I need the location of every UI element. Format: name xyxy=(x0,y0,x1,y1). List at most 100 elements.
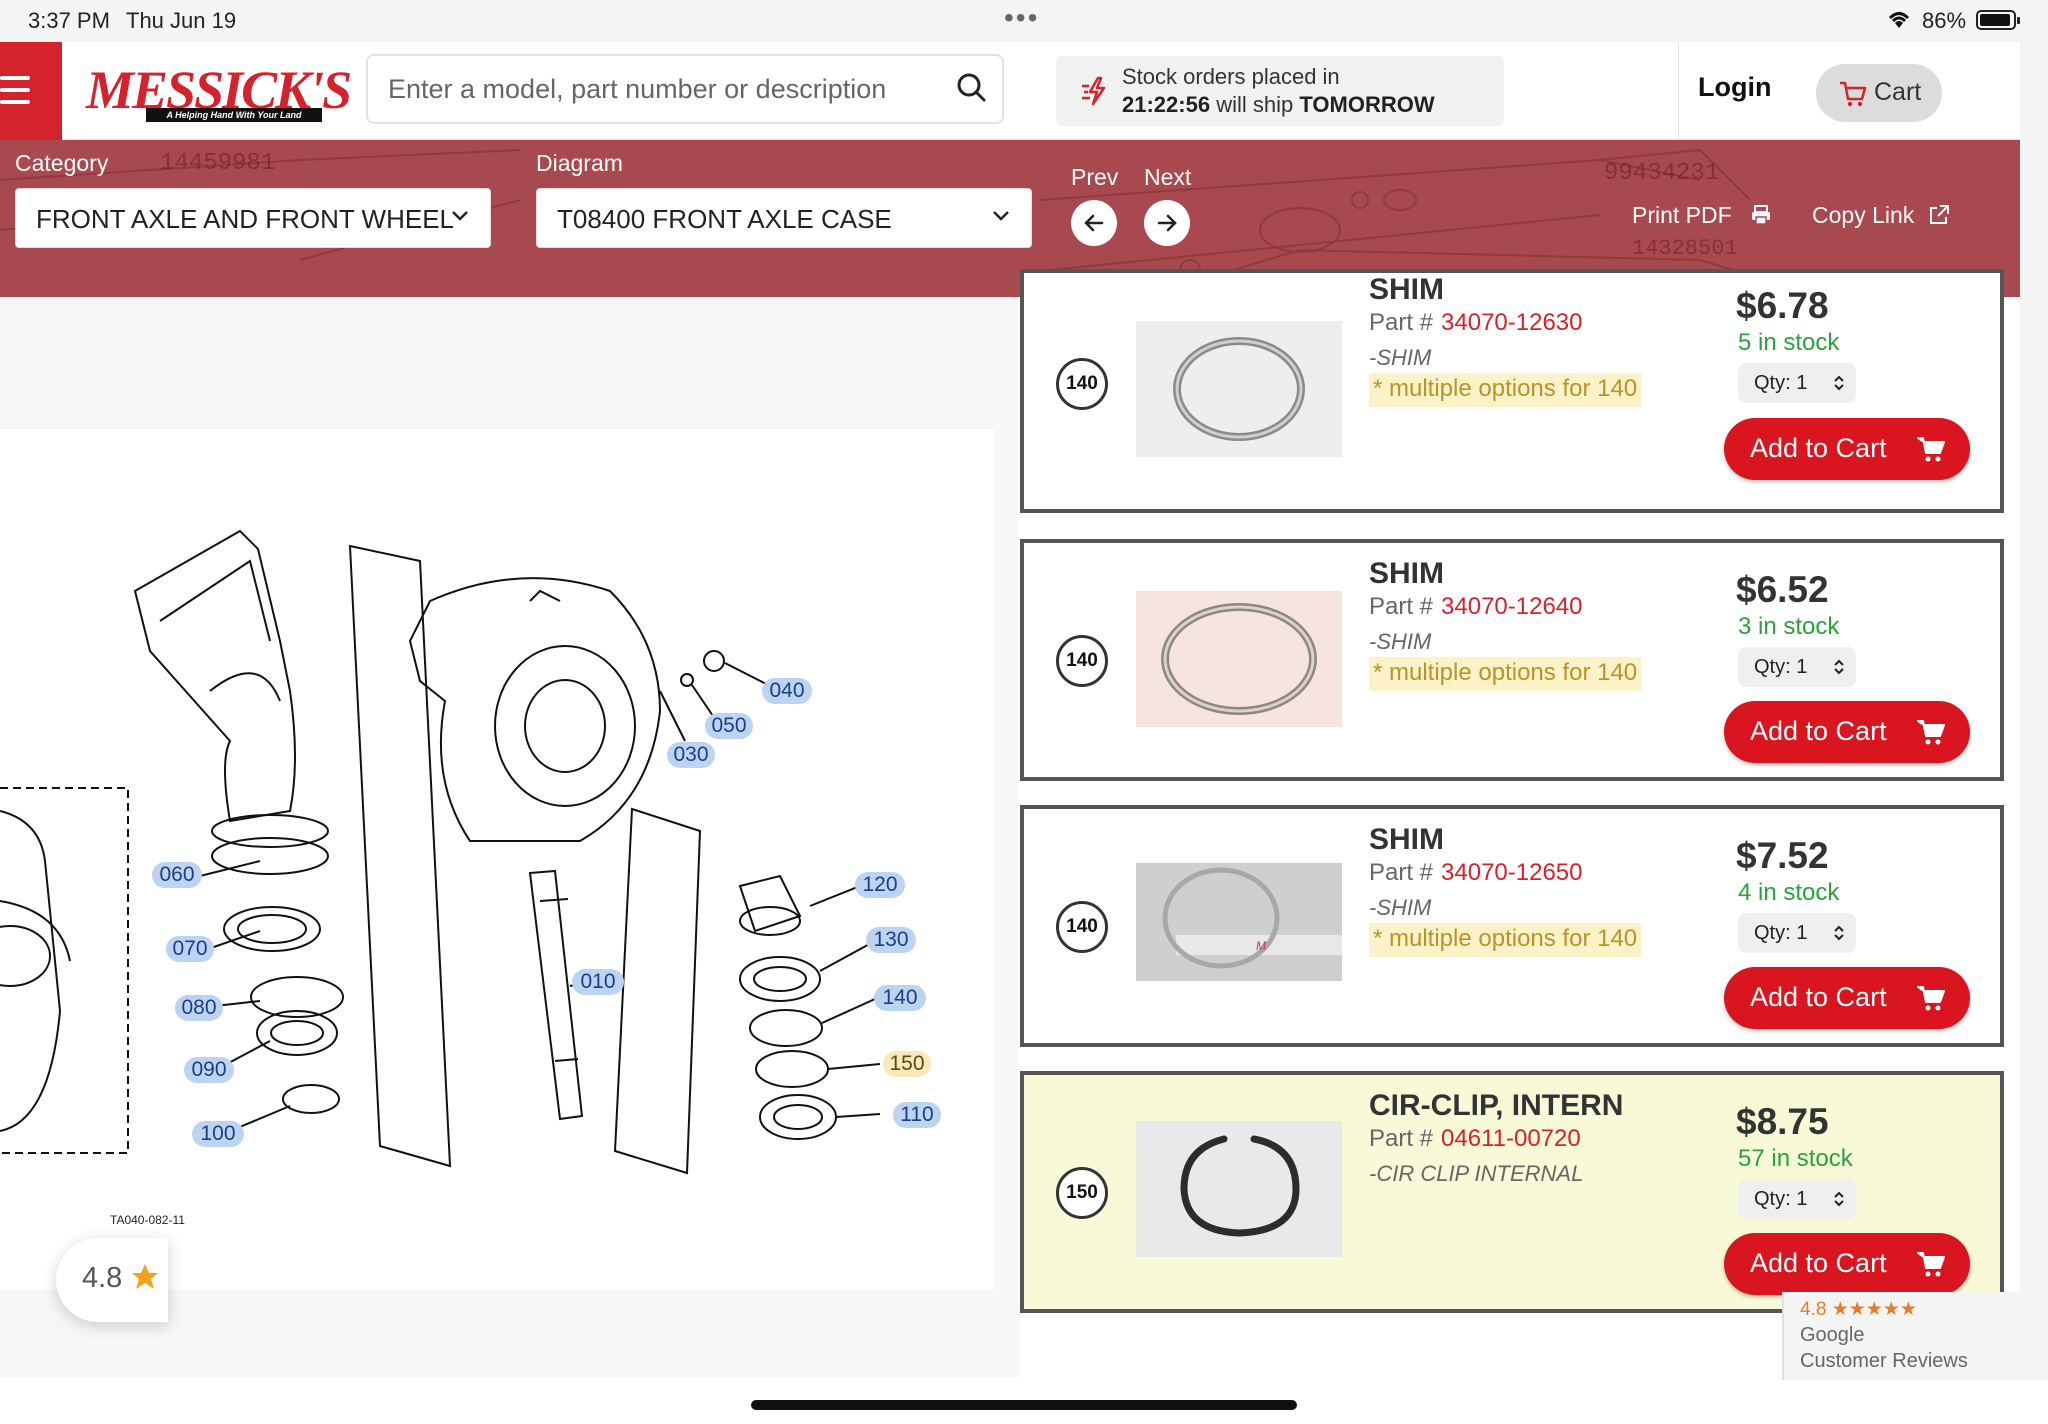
add-to-cart-button[interactable]: Add to Cart xyxy=(1724,1233,1970,1295)
stock-status: 3 in stock xyxy=(1738,613,1840,640)
copy-link-label: Copy Link xyxy=(1812,202,1915,228)
quantity-select[interactable]: Qty: 1 xyxy=(1738,913,1856,953)
add-to-cart-label: Add to Cart xyxy=(1750,1248,1887,1278)
part-card: 140 M SHIM Part # 34070-12650 -SHIM * mul… xyxy=(1020,805,2004,1047)
diagram-ref-badge[interactable]: 140 xyxy=(1056,901,1108,953)
messicks-logo[interactable]: MESSICK'S A Helping Hand With Your Land xyxy=(86,60,352,122)
arrow-right-icon xyxy=(1157,214,1177,232)
ship-text-line1: Stock orders placed in xyxy=(1122,64,1340,89)
shim-ring-image[interactable] xyxy=(1136,321,1342,457)
status-bar: 3:37 PM Thu Jun 19 ••• 86% xyxy=(0,0,2048,42)
circlip-image[interactable] xyxy=(1136,1121,1342,1257)
callout-120[interactable]: 120 xyxy=(855,872,905,898)
add-to-cart-button[interactable]: Add to Cart xyxy=(1724,701,1970,763)
prev-diagram-button[interactable] xyxy=(1071,200,1117,246)
part-number-label: Part # xyxy=(1369,1125,1434,1152)
part-name[interactable]: SHIM xyxy=(1369,823,1444,857)
next-diagram-button[interactable] xyxy=(1144,200,1190,246)
home-indicator[interactable] xyxy=(751,1400,1297,1410)
add-to-cart-button[interactable]: Add to Cart xyxy=(1724,418,1970,480)
part-name[interactable]: CIR-CLIP, INTERN xyxy=(1369,1089,1623,1123)
callout-070[interactable]: 070 xyxy=(166,936,214,962)
part-number-line: Part # 34070-12650 xyxy=(1369,859,1583,887)
callout-140[interactable]: 140 xyxy=(874,985,926,1011)
search-box xyxy=(366,54,1004,124)
cart-icon xyxy=(1917,986,1945,1011)
diagram-label: Diagram xyxy=(536,150,623,176)
search-icon[interactable] xyxy=(954,70,990,106)
quantity-value: Qty: 1 xyxy=(1754,922,1808,944)
cart-button[interactable]: Cart xyxy=(1816,64,1942,122)
add-to-cart-label: Add to Cart xyxy=(1750,433,1887,463)
chevron-down-icon xyxy=(452,211,468,221)
part-name[interactable]: SHIM xyxy=(1369,557,1444,591)
rating-widget[interactable]: 4.8 xyxy=(56,1238,168,1322)
callout-100[interactable]: 100 xyxy=(192,1121,244,1147)
part-number-line: Part # 04611-00720 xyxy=(1369,1125,1581,1153)
quantity-select[interactable]: Qty: 1 xyxy=(1738,647,1856,687)
multiple-options-note[interactable]: * multiple options for 140 xyxy=(1369,657,1642,691)
callout-080[interactable]: 080 xyxy=(175,995,223,1021)
diagram-ref-badge[interactable]: 140 xyxy=(1056,635,1108,687)
external-link-icon xyxy=(1930,205,1949,224)
part-number-line: Part # 34070-12640 xyxy=(1369,593,1583,621)
part-number-label: Part # xyxy=(1369,593,1434,620)
part-price: $7.52 xyxy=(1736,835,1829,876)
callout-040[interactable]: 040 xyxy=(762,678,812,704)
multiple-options-note[interactable]: * multiple options for 140 xyxy=(1369,373,1642,407)
printer-icon xyxy=(1752,205,1770,225)
callout-060[interactable]: 060 xyxy=(152,862,202,888)
callout-050[interactable]: 050 xyxy=(705,713,753,739)
sketch-number: 99434231 xyxy=(1604,160,1720,187)
diagram-ref-badge[interactable]: 140 xyxy=(1056,358,1108,410)
quantity-select[interactable]: Qty: 1 xyxy=(1738,1179,1856,1219)
cart-icon xyxy=(1917,1252,1945,1277)
menu-line xyxy=(0,88,30,92)
part-description: -SHIM xyxy=(1369,345,1432,370)
multiple-options-note[interactable]: * multiple options for 140 xyxy=(1369,923,1642,957)
shim-ring-ruler-image[interactable]: M xyxy=(1136,863,1342,981)
shim-ring-image[interactable] xyxy=(1136,591,1342,727)
category-select[interactable]: FRONT AXLE AND FRONT WHEEL AI xyxy=(15,188,491,248)
part-description: -SHIM xyxy=(1369,895,1432,920)
logo-tagline: A Helping Hand With Your Land xyxy=(146,108,322,122)
callout-030[interactable]: 030 xyxy=(667,742,715,768)
callout-010[interactable]: 010 xyxy=(572,969,624,995)
part-price: $6.78 xyxy=(1736,285,1829,326)
stock-status: 5 in stock xyxy=(1738,329,1840,356)
callout-090[interactable]: 090 xyxy=(184,1057,234,1083)
ship-day: TOMORROW xyxy=(1299,92,1435,117)
part-name[interactable]: SHIM xyxy=(1369,273,1444,307)
diagram-select-value: T08400 FRONT AXLE CASE xyxy=(557,204,892,234)
diagram-ref-badge[interactable]: 150 xyxy=(1056,1167,1108,1219)
arrow-left-icon xyxy=(1084,214,1104,232)
google-reviews-badge[interactable]: 4.8 ★★★★★ Google Customer Reviews xyxy=(1782,1292,2020,1382)
add-to-cart-label: Add to Cart xyxy=(1750,982,1887,1012)
callout-130[interactable]: 130 xyxy=(866,927,916,953)
part-number-label: Part # xyxy=(1369,309,1434,336)
login-link[interactable]: Login xyxy=(1698,72,1771,103)
ship-text-line2: 21:22:56 will ship TOMORROW xyxy=(1122,92,1435,118)
part-number-link[interactable]: 04611-00720 xyxy=(1441,1125,1581,1152)
diagram-select[interactable]: T08400 FRONT AXLE CASE xyxy=(536,188,1032,248)
part-number-link[interactable]: 34070-12630 xyxy=(1441,309,1582,336)
updown-chevron-icon xyxy=(1834,659,1844,675)
multitask-dots-icon[interactable]: ••• xyxy=(1004,2,1039,34)
search-input[interactable] xyxy=(388,56,928,122)
menu-line xyxy=(0,100,30,104)
copy-link-button[interactable]: Copy Link xyxy=(1812,202,1958,232)
exploded-parts-diagram[interactable]: 040 050 030 060 070 010 080 090 100 120 … xyxy=(0,428,994,1290)
quantity-select[interactable]: Qty: 1 xyxy=(1738,363,1856,403)
part-number-link[interactable]: 34070-12640 xyxy=(1441,593,1582,620)
part-number-link[interactable]: 34070-12650 xyxy=(1441,859,1582,886)
callout-150[interactable]: 150 xyxy=(883,1051,931,1077)
callout-110[interactable]: 110 xyxy=(893,1102,941,1128)
updown-chevron-icon xyxy=(1834,925,1844,941)
part-number-label: Part # xyxy=(1369,859,1434,886)
wifi-icon xyxy=(1888,12,1910,28)
rating-value: 4.8 xyxy=(82,1262,123,1294)
print-pdf-link[interactable]: Print PDF xyxy=(1632,202,1770,232)
hamburger-menu-button[interactable] xyxy=(0,42,62,140)
add-to-cart-button[interactable]: Add to Cart xyxy=(1724,967,1970,1029)
chevron-down-icon xyxy=(993,211,1009,221)
